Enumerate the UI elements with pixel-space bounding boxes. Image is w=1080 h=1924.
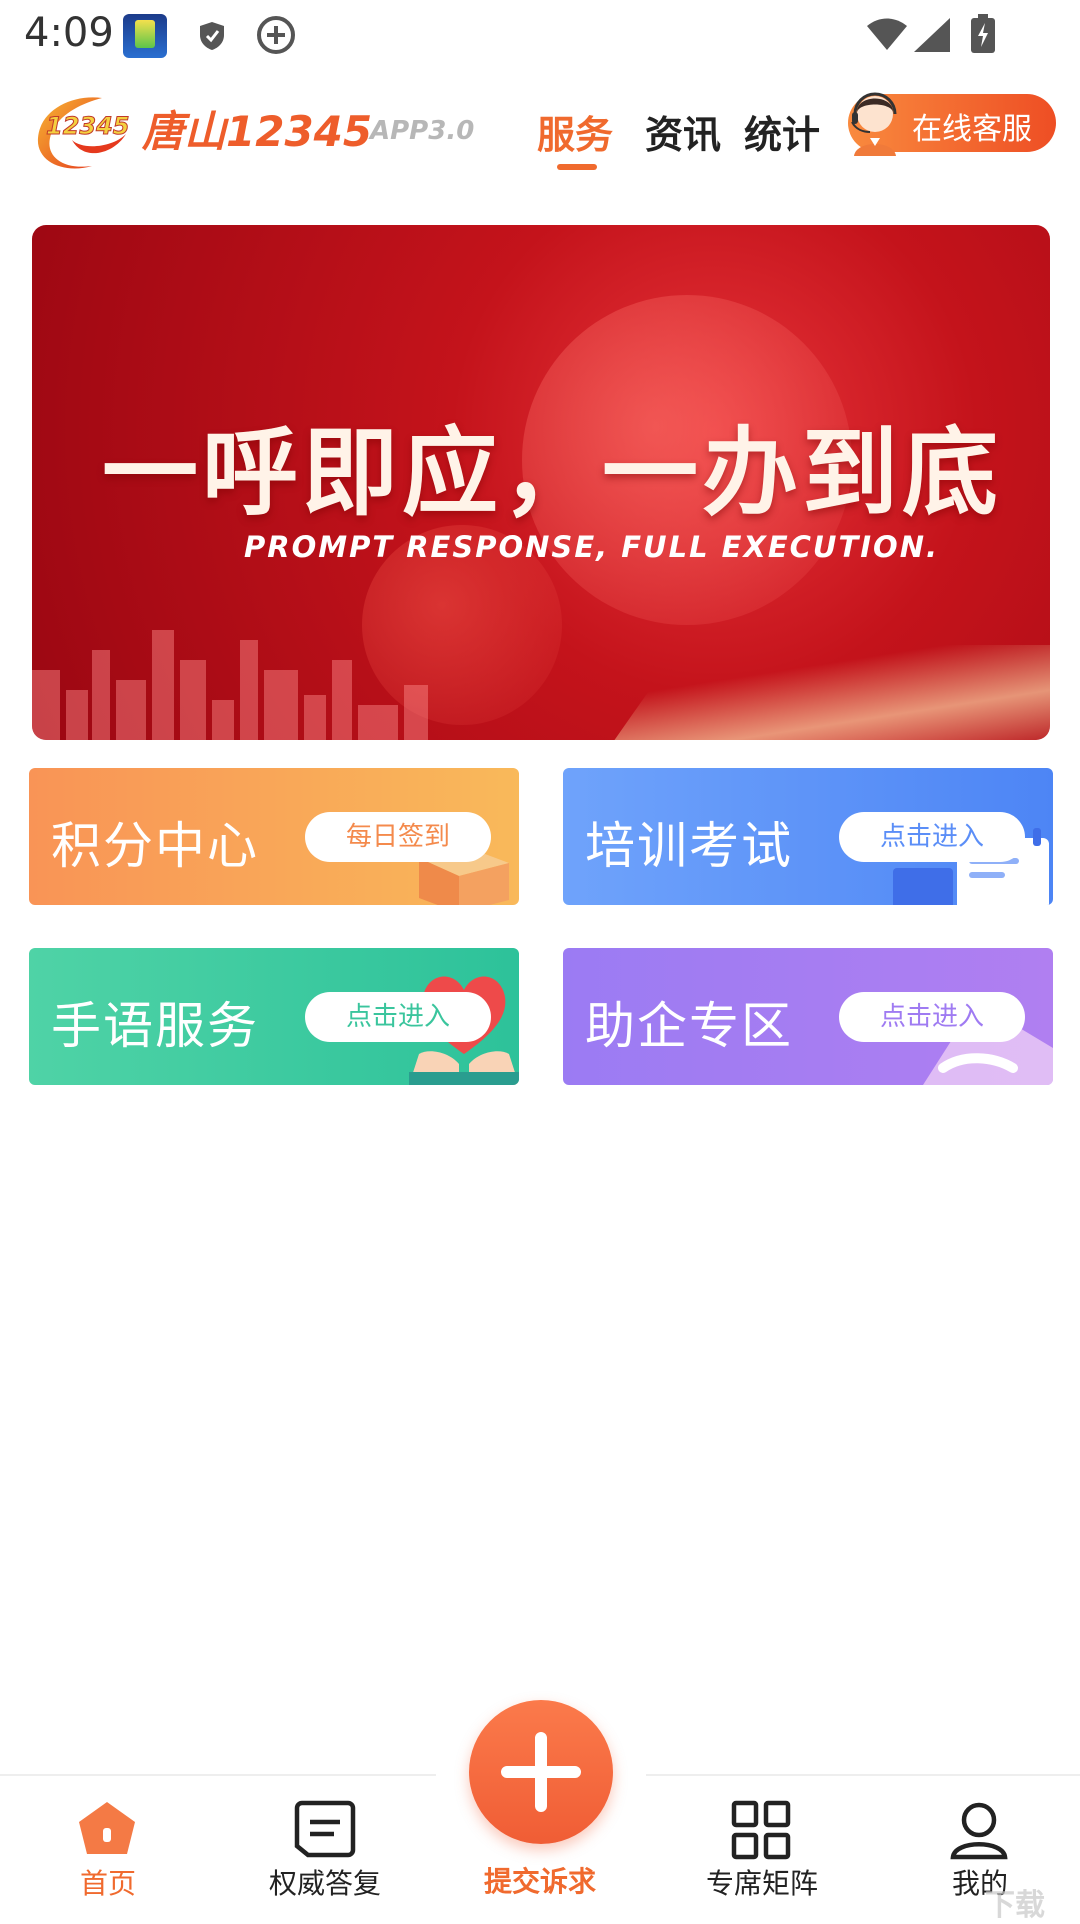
- grid-icon: [731, 1800, 791, 1860]
- plus-icon: [501, 1732, 581, 1812]
- card-title: 培训考试: [585, 817, 793, 875]
- app-header: 12345 唐山12345 APP3.0 服务 资讯 统计 在线客服: [0, 80, 1080, 180]
- app-name: 唐山12345: [142, 107, 373, 156]
- tab-service[interactable]: 服务: [537, 104, 613, 159]
- active-tab-indicator: [557, 164, 597, 170]
- battery-icon: [971, 14, 995, 53]
- card-title: 手语服务: [51, 997, 259, 1055]
- logo-badge: 12345: [46, 112, 130, 140]
- logo-icon: 12345: [37, 97, 130, 169]
- submit-request-label[interactable]: 提交诉求: [465, 1860, 615, 1900]
- enter-training-button[interactable]: 点击进入: [839, 812, 1025, 862]
- nav-home[interactable]: 首页: [33, 1776, 183, 1922]
- card-points-center[interactable]: 积分中心 每日签到: [29, 768, 519, 905]
- app-version: APP3.0: [370, 116, 475, 146]
- enter-sign-language-button[interactable]: 点击进入: [305, 992, 491, 1042]
- card-enterprise-zone[interactable]: 助企专区 点击进入: [563, 948, 1053, 1085]
- card-sign-language[interactable]: 手语服务 点击进入: [29, 948, 519, 1085]
- promo-banner[interactable]: 一呼即应，一办到底 PROMPT RESPONSE, FULL EXECUTIO…: [32, 225, 1050, 740]
- nav-label: 专席矩阵: [705, 1867, 818, 1900]
- app-notification-icon: [123, 14, 167, 58]
- card-title: 积分中心: [51, 817, 259, 875]
- card-training-exam[interactable]: 培训考试 点击进入: [563, 768, 1053, 905]
- banner-title: 一呼即应，一办到底: [102, 417, 1002, 529]
- nav-label: 首页: [79, 1867, 136, 1900]
- shield-icon: [200, 22, 224, 50]
- message-icon: [294, 1800, 356, 1858]
- nav-expert-matrix[interactable]: 专席矩阵: [687, 1776, 837, 1922]
- add-circle-icon: [257, 16, 295, 54]
- status-bar: 4:09: [0, 0, 1080, 70]
- status-time: 4:09: [24, 10, 114, 56]
- enter-enterprise-button[interactable]: 点击进入: [839, 992, 1025, 1042]
- submit-request-button[interactable]: [469, 1700, 613, 1844]
- banner-light-streak: [582, 645, 1050, 740]
- banner-subtitle: PROMPT RESPONSE, FULL EXECUTION.: [244, 530, 939, 564]
- daily-checkin-button[interactable]: 每日签到: [305, 812, 491, 862]
- city-skyline-icon: [32, 630, 428, 740]
- home-icon: [79, 1802, 135, 1854]
- card-title: 助企专区: [585, 997, 793, 1055]
- wifi-icon: [867, 18, 907, 50]
- tab-news[interactable]: 资讯: [645, 104, 721, 159]
- watermark: 下载: [985, 1888, 1045, 1923]
- nav-authoritative-reply[interactable]: 权威答复: [250, 1776, 400, 1922]
- online-service-label: 在线客服: [912, 112, 1032, 147]
- customer-service-avatar-icon: [851, 92, 897, 156]
- tab-statistics[interactable]: 统计: [744, 104, 820, 159]
- nav-label: 权威答复: [268, 1867, 381, 1900]
- user-icon: [950, 1802, 1008, 1860]
- signal-icon: [914, 18, 950, 52]
